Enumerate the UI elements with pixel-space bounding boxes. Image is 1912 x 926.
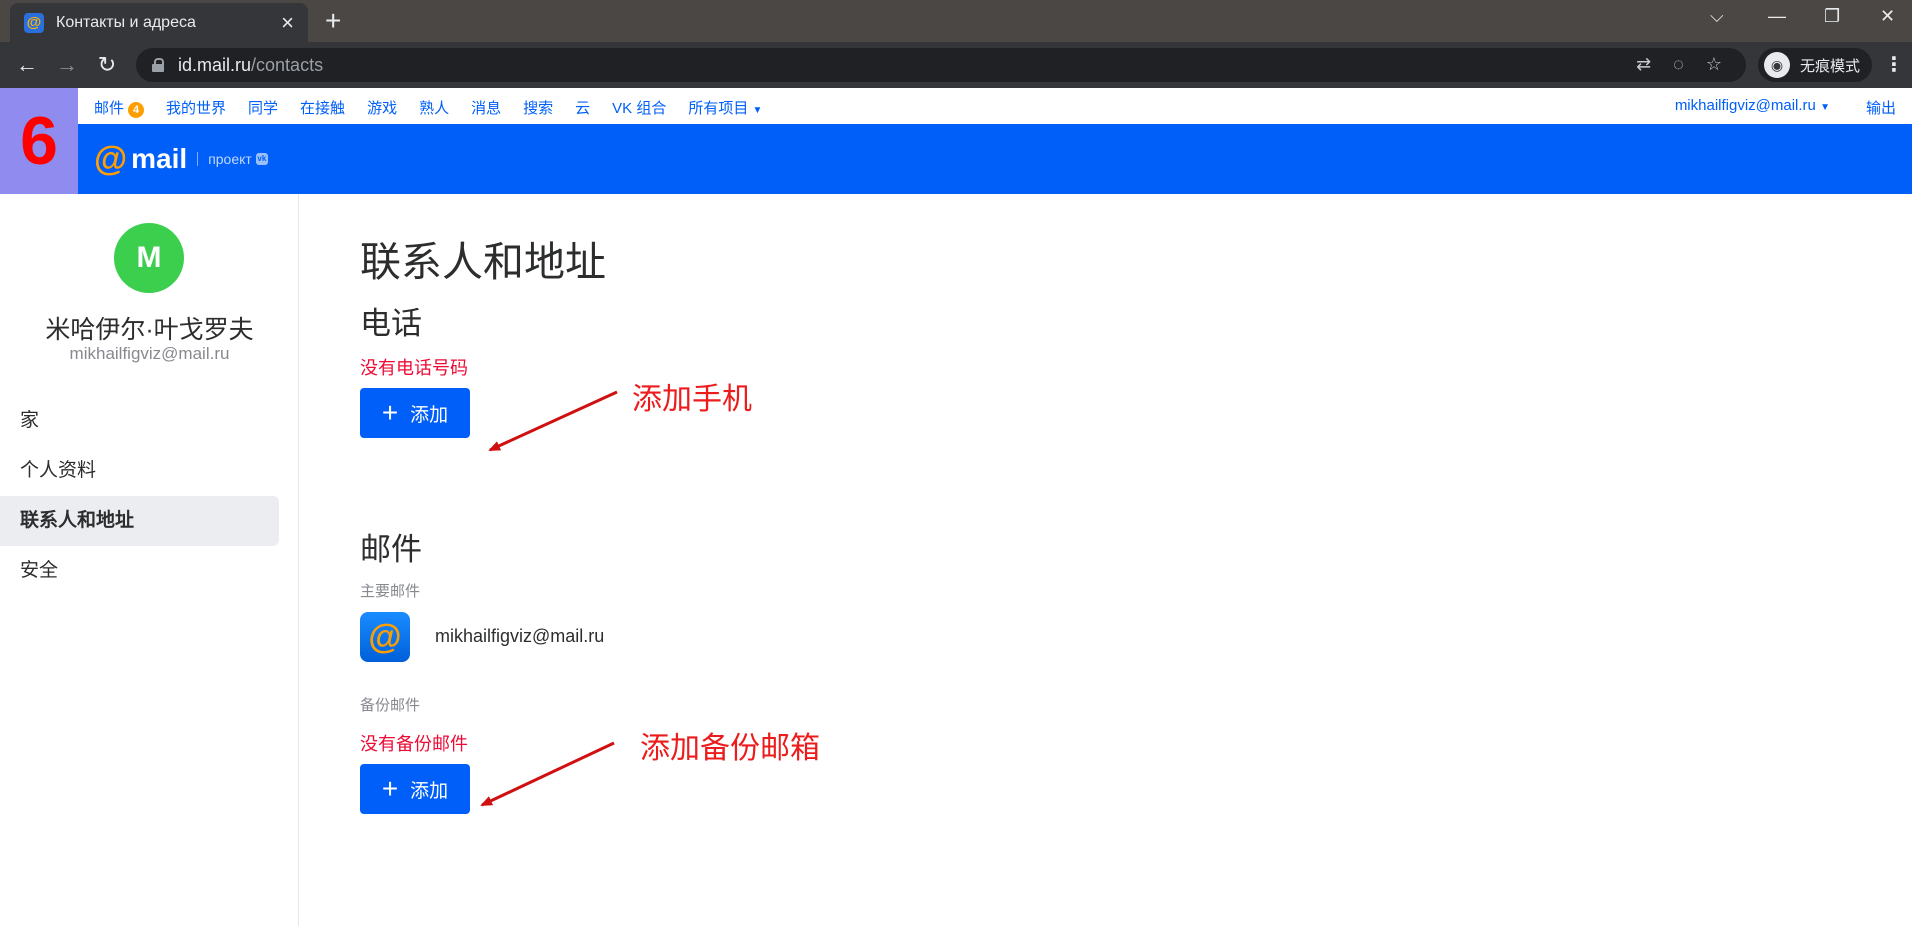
browser-tab-strip: @ Контакты и адреса × + ⌵ — ❐ ✕ <box>0 0 1912 42</box>
sidebar-item-profile[interactable]: 个人资料 <box>0 446 279 496</box>
mail-logo[interactable]: @ mail проект vk <box>94 142 268 176</box>
user-email: mikhailfigviz@mail.ru <box>69 344 230 363</box>
primary-mail-label: 主要邮件 <box>360 583 421 600</box>
no-backup-mail-note: 没有备份邮件 <box>360 734 468 754</box>
at-sign-logo-icon: @ <box>94 140 128 178</box>
phone-section-title: 电话 <box>360 306 422 341</box>
window-close-icon[interactable]: ✕ <box>1880 6 1895 27</box>
address-bar[interactable]: id.mail.ru /contacts ⇄ ◌ ☆ <box>136 48 1746 82</box>
chevron-down-icon: ▼ <box>1820 102 1830 113</box>
add-backup-mail-button-label: 添加 <box>410 780 449 802</box>
add-phone-button[interactable]: + 添加 <box>360 388 470 438</box>
restore-icon[interactable]: ❐ <box>1824 6 1840 27</box>
tab-title: Контакты и адреса <box>56 13 196 31</box>
portal-navigation: 邮件 4 我的世界 同学 在接触 游戏 熟人 消息 搜索 云 VK 组合 所有项目… <box>0 88 1912 124</box>
portal-link-vk-combo[interactable]: VK 组合 <box>612 97 666 118</box>
portal-link-news[interactable]: 消息 <box>471 97 501 118</box>
primary-email-address: mikhailfigviz@mail.ru <box>435 626 605 646</box>
browser-menu-icon[interactable]: ⋮ <box>1884 52 1904 77</box>
portal-link-all-projects[interactable]: 所有项目 ▼ <box>688 97 762 118</box>
minimize-icon[interactable]: — <box>1768 6 1786 27</box>
bookmark-star-icon[interactable]: ☆ <box>1706 54 1722 75</box>
avatar[interactable]: M <box>114 223 184 293</box>
sidebar-item-security[interactable]: 安全 <box>0 546 279 596</box>
translate-icon[interactable]: ⇄ <box>1636 54 1651 75</box>
portal-link-my-world[interactable]: 我的世界 <box>166 97 226 118</box>
site-header: 6 @ mail проект vk <box>0 88 1912 194</box>
sidebar: M 米哈伊尔·叶戈罗夫 mikhailfigviz@mail.ru 家 个人资料… <box>0 194 299 926</box>
tab-close-icon[interactable]: × <box>281 11 294 34</box>
lock-icon <box>152 58 164 72</box>
portal-link-classmates[interactable]: 同学 <box>248 97 278 118</box>
logo-divider <box>197 152 199 166</box>
sidebar-item-home[interactable]: 家 <box>0 396 279 446</box>
mail-count-badge: 4 <box>128 102 145 118</box>
mail-section-title: 邮件 <box>360 532 422 567</box>
logo-wordmark: mail <box>131 143 188 174</box>
portal-link-search[interactable]: 搜索 <box>523 97 553 118</box>
browser-toolbar: ← → ↻ id.mail.ru /contacts ⇄ ◌ ☆ ◉ 无痕模式 … <box>0 42 1912 88</box>
page-title: 联系人和地址 <box>360 239 606 285</box>
reload-icon[interactable]: ↻ <box>92 50 122 80</box>
url-path: /contacts <box>251 54 324 75</box>
incognito-icon: ◉ <box>1764 52 1790 78</box>
sidebar-item-contacts[interactable]: 联系人和地址 <box>0 496 279 546</box>
tab-search-icon[interactable]: ⌵ <box>1710 6 1724 27</box>
portal-link-cloud[interactable]: 云 <box>575 97 590 118</box>
mail-app-icon: @ <box>360 612 410 662</box>
annotation-add-backup: 添加备份邮箱 <box>640 731 820 766</box>
logo-project-label: проект <box>208 151 252 167</box>
plus-icon: + <box>381 397 399 428</box>
portal-link-dating[interactable]: 熟人 <box>419 97 449 118</box>
incognito-label: 无痕模式 <box>1800 57 1861 75</box>
add-backup-mail-button[interactable]: + 添加 <box>360 764 470 814</box>
plus-icon: + <box>381 773 399 804</box>
step-number-overlay: 6 <box>0 88 78 194</box>
no-phone-note: 没有电话号码 <box>360 358 468 378</box>
annotation-add-phone: 添加手机 <box>632 382 752 417</box>
mail-favicon-icon: @ <box>24 12 44 33</box>
account-menu[interactable]: mikhailfigviz@mail.ru ▼ <box>1675 97 1830 118</box>
new-tab-icon[interactable]: + <box>325 6 341 36</box>
vk-icon: vk <box>255 153 268 165</box>
backup-mail-label: 备份邮件 <box>360 697 421 714</box>
portal-link-mail[interactable]: 邮件 4 <box>94 97 145 118</box>
tracking-blocked-icon[interactable]: ◌ <box>1673 54 1684 75</box>
url-host: id.mail.ru <box>178 54 252 75</box>
portal-link-vkontakte[interactable]: 在接触 <box>300 97 345 118</box>
page-content: 邮件 4 我的世界 同学 在接触 游戏 熟人 消息 搜索 云 VK 组合 所有项目… <box>0 88 1912 926</box>
portal-link-games[interactable]: 游戏 <box>367 97 397 118</box>
incognito-indicator[interactable]: ◉ 无痕模式 <box>1758 48 1873 82</box>
user-name: 米哈伊尔·叶戈罗夫 <box>45 316 254 344</box>
browser-tab[interactable]: @ Контакты и адреса × <box>10 3 308 42</box>
back-icon[interactable]: ← <box>12 50 42 80</box>
chevron-down-icon: ▼ <box>752 105 763 116</box>
logout-link[interactable]: 输出 <box>1866 97 1896 118</box>
add-phone-button-label: 添加 <box>410 404 449 426</box>
sidebar-nav: 家 个人资料 联系人和地址 安全 <box>0 396 279 596</box>
forward-icon[interactable]: → <box>52 50 82 80</box>
